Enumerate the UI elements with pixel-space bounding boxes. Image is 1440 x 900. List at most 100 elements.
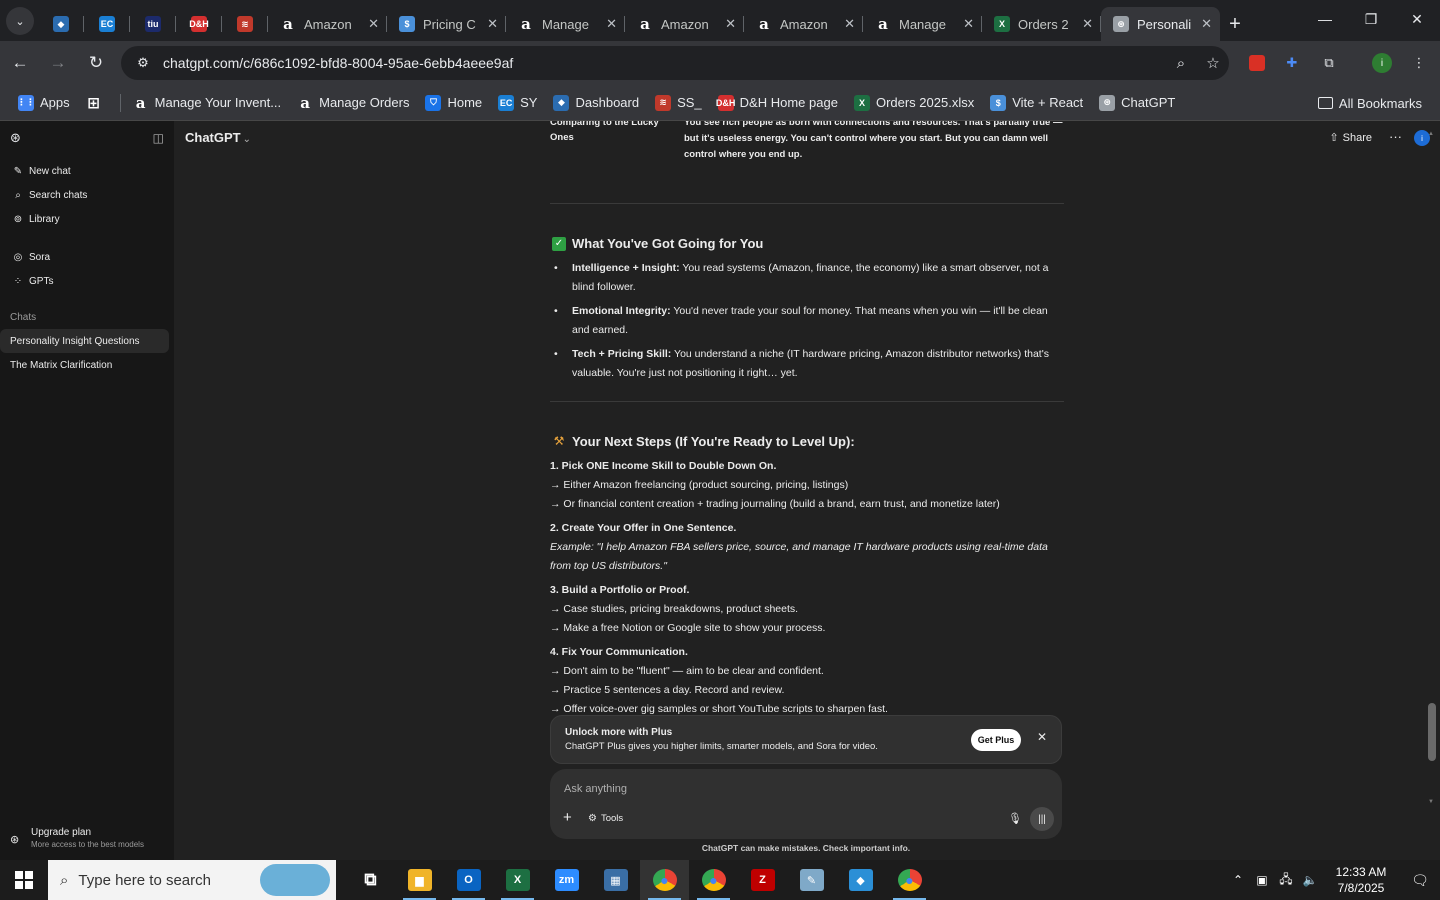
new-tab-button[interactable]: + — [1220, 7, 1250, 41]
scroll-down-icon[interactable]: ▼ — [1428, 799, 1434, 805]
bookmark-item[interactable]: ◆ Dashboard — [545, 89, 647, 117]
bookmark-item[interactable]: ⊞ — [78, 89, 116, 117]
close-tab-icon[interactable]: ✕ — [725, 16, 736, 32]
tab-active[interactable]: ⊛ Personali ✕ — [1101, 7, 1220, 41]
taskbar-app-chrome-1[interactable]: ● — [640, 860, 689, 900]
taskbar-app-chrome-3[interactable]: ● — [885, 860, 934, 900]
more-options-icon[interactable]: ··· — [1389, 129, 1402, 144]
tab[interactable]: tiu — [130, 7, 176, 41]
prompt-input[interactable] — [564, 779, 1044, 799]
browser-menu-icon[interactable]: ⋮ — [1405, 49, 1433, 77]
site-info-icon[interactable]: ⚙ — [129, 55, 157, 71]
bookmark-item[interactable]: X Orders 2025.xlsx — [846, 89, 982, 117]
profile-avatar[interactable]: i — [1368, 49, 1396, 77]
tab[interactable]: D&H — [176, 7, 222, 41]
scrollbar-thumb[interactable] — [1428, 703, 1436, 761]
extension-red-icon[interactable] — [1243, 49, 1271, 77]
bookmark-star-icon[interactable]: ☆ — [1197, 54, 1229, 72]
taskbar-app-file-explorer[interactable]: ▆ — [395, 860, 444, 900]
bookmark-item[interactable]: D&H D&H Home page — [710, 89, 846, 117]
close-window-icon[interactable]: ✕ — [1394, 0, 1440, 38]
tab[interactable]: a Manage ✕ — [506, 7, 625, 41]
taskbar-app-outlook[interactable]: O — [444, 860, 493, 900]
bookmark-item[interactable]: a Manage Orders — [289, 89, 417, 117]
back-button[interactable]: ← — [2, 45, 38, 81]
tab-title: Manage — [542, 16, 589, 32]
address-bar[interactable]: ⚙ chatgpt.com/c/686c1092-bfd8-8004-95ae-… — [121, 46, 1229, 80]
bookmark-item[interactable]: ⊛ ChatGPT — [1091, 89, 1183, 117]
model-selector[interactable]: ChatGPT ⌄ — [185, 130, 251, 145]
bookmark-item[interactable]: ⋮⋮ Apps — [10, 89, 78, 117]
openai-logo-icon[interactable]: ⊛ — [10, 130, 21, 146]
taskbar-app-calculator[interactable]: ▦ — [591, 860, 640, 900]
sidebar-item-library[interactable]: ⊚ Library — [0, 207, 174, 231]
forward-button[interactable]: → — [40, 45, 76, 81]
restore-icon[interactable]: ❐ — [1348, 0, 1394, 38]
taskbar-app-filezilla[interactable]: Z — [738, 860, 787, 900]
taskbar-app-app-diamond[interactable]: ◆ — [836, 860, 885, 900]
bookmark-item[interactable]: ≋ SS_ — [647, 89, 710, 117]
taskbar-app-chrome-2[interactable]: ● — [689, 860, 738, 900]
sidebar-item-sora[interactable]: ◎ Sora — [0, 245, 174, 269]
sidebar-chat-item[interactable]: The Matrix Clarification — [0, 353, 169, 377]
network-icon[interactable]: 🖧 — [1274, 870, 1298, 891]
tab[interactable]: a Manage ✕ — [863, 7, 982, 41]
zoom-icon[interactable]: ⌕ — [1165, 55, 1197, 72]
extensions-puzzle-icon[interactable]: ⧉ — [1315, 49, 1343, 77]
taskbar-app-zoom[interactable]: zm — [542, 860, 591, 900]
upgrade-plan-button[interactable]: ⊛ Upgrade plan More access to the best m… — [0, 824, 174, 854]
close-tab-icon[interactable]: ✕ — [606, 16, 617, 32]
tab[interactable]: EC — [84, 7, 130, 41]
tab[interactable]: ≋ — [222, 7, 268, 41]
voice-mode-button[interactable]: ||| — [1030, 807, 1054, 831]
close-icon[interactable]: ✕ — [1037, 730, 1047, 744]
tray-app-icon[interactable]: ▣ — [1250, 873, 1274, 887]
close-tab-icon[interactable]: ✕ — [1201, 16, 1212, 32]
extension-blue-icon[interactable]: ✚ — [1278, 49, 1306, 77]
chevron-up-icon[interactable]: ⌃ — [1226, 873, 1250, 887]
notifications-icon[interactable]: 🗨 — [1400, 872, 1440, 889]
bookmark-item[interactable]: a Manage Your Invent... — [125, 89, 289, 117]
tab[interactable]: a Amazon ✕ — [625, 7, 744, 41]
share-button[interactable]: ⇧ Share — [1329, 131, 1372, 145]
close-tab-icon[interactable]: ✕ — [368, 16, 379, 32]
bookmark-item[interactable]: ⛉ Home — [417, 89, 490, 117]
taskbar-app-excel[interactable]: X — [493, 860, 542, 900]
get-plus-button[interactable]: Get Plus — [971, 729, 1021, 751]
taskbar-search[interactable]: ⌕ Type here to search — [48, 860, 336, 900]
close-tab-icon[interactable]: ✕ — [1082, 16, 1093, 32]
bookmark-item[interactable]: EC SY — [490, 89, 545, 117]
close-tab-icon[interactable]: ✕ — [963, 16, 974, 32]
bookmark-item[interactable]: $ Vite + React — [982, 89, 1091, 117]
microphone-icon[interactable]: 🎙 — [1008, 812, 1022, 825]
tab-search-button[interactable]: ⌄ — [6, 7, 34, 35]
sidebar-item-search-chats[interactable]: ⌕ Search chats — [0, 183, 174, 207]
clock[interactable]: 12:33 AM 7/8/2025 — [1326, 864, 1396, 896]
attach-plus-icon[interactable]: + — [563, 809, 572, 826]
volume-icon[interactable]: 🔈 — [1298, 873, 1322, 887]
close-tab-icon[interactable]: ✕ — [487, 16, 498, 32]
url-text[interactable]: chatgpt.com/c/686c1092-bfd8-8004-95ae-6e… — [163, 55, 1165, 71]
step-line: Example: "I help Amazon FBA sellers pric… — [550, 541, 1048, 572]
taskbar-app-task-view[interactable]: ⧉ — [346, 860, 395, 900]
sidebar-item-new-chat[interactable]: ✎ New chat — [0, 159, 174, 183]
tab[interactable]: a Amazon ✕ — [744, 7, 863, 41]
scroll-up-icon[interactable]: ▲ — [1428, 131, 1434, 137]
tab[interactable]: a Amazon ✕ — [268, 7, 387, 41]
sidebar-item-gpts[interactable]: ⁘ GPTs — [0, 269, 174, 293]
reload-button[interactable]: ↻ — [78, 45, 114, 81]
taskbar-app-notepad[interactable]: ✎ — [787, 860, 836, 900]
plus-icon: + — [1229, 12, 1241, 35]
tab[interactable]: X Orders 2 ✕ — [982, 7, 1101, 41]
sidebar-chat-item[interactable]: Personality Insight Questions — [0, 329, 169, 353]
scrollbar[interactable]: ▲ ▼ — [1428, 131, 1436, 805]
minimize-icon[interactable]: — — [1302, 0, 1348, 38]
tab[interactable]: $ Pricing C ✕ — [387, 7, 506, 41]
close-tab-icon[interactable]: ✕ — [844, 16, 855, 32]
start-button[interactable] — [0, 860, 48, 900]
tools-button[interactable]: ⚙ Tools — [588, 813, 623, 824]
all-bookmarks[interactable]: All Bookmarks — [1310, 89, 1430, 117]
sidebar-toggle-icon[interactable]: ◫ — [153, 131, 164, 145]
table-cell: Comparing to the Lucky Ones — [550, 121, 659, 143]
tab[interactable]: ◆ — [38, 7, 84, 41]
